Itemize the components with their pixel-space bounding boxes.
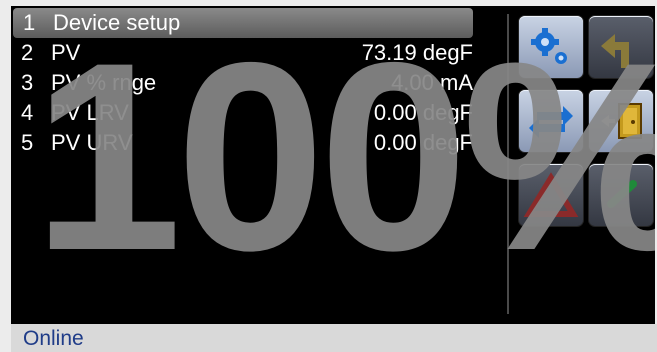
menu-item-pv-urv[interactable]: 5 PV URV 0.00 degF	[11, 128, 475, 158]
menu-list: 1 Device setup 2 PV 73.19 degF 3 PV % rn…	[11, 8, 475, 158]
menu-item-label: Device setup	[53, 10, 181, 35]
back-arrow-icon	[601, 34, 629, 68]
panel-divider	[507, 14, 509, 314]
menu-item-number: 4	[21, 100, 34, 125]
warning-icon	[523, 172, 579, 217]
menu-item-pv[interactable]: 2 PV 73.19 degF	[11, 38, 475, 68]
alarm-button[interactable]	[519, 164, 583, 226]
menu-item-value: 4.00 mA	[391, 70, 473, 95]
back-button[interactable]	[589, 16, 653, 78]
menu-item-pv-lrv[interactable]: 4 PV LRV 0.00 degF	[11, 98, 475, 128]
menu-item-number: 3	[21, 70, 34, 95]
device-screen: 1 Device setup 2 PV 73.19 degF 3 PV % rn…	[11, 6, 655, 324]
menu-item-number: 2	[21, 40, 34, 65]
menu-item-value: 0.00 degF	[373, 130, 473, 155]
status-toggle-icon	[607, 180, 637, 208]
menu-item-number: 1	[23, 10, 36, 35]
status-button[interactable]	[589, 164, 653, 226]
connection-status: Online	[23, 327, 84, 350]
gears-icon	[531, 28, 567, 64]
menu-item-pv-range[interactable]: 3 PV % rnge 4.00 mA	[11, 68, 475, 98]
swap-arrows-icon	[529, 106, 573, 138]
exit-door-icon	[601, 103, 642, 139]
exit-button[interactable]	[589, 90, 653, 152]
refresh-button[interactable]	[519, 90, 583, 152]
menu-item-label: PV	[51, 40, 81, 65]
menu-item-number: 5	[21, 130, 34, 155]
menu-item-label: PV % rnge	[51, 70, 157, 95]
menu-item-label: PV LRV	[51, 100, 129, 125]
status-bar: Online	[11, 324, 657, 352]
settings-button[interactable]	[519, 16, 583, 78]
menu-item-value: 0.00 degF	[373, 100, 473, 125]
menu-item-value: 73.19 degF	[361, 40, 473, 65]
menu-item-label: PV URV	[51, 130, 133, 155]
menu-item-device-setup[interactable]: 1 Device setup	[13, 8, 473, 38]
